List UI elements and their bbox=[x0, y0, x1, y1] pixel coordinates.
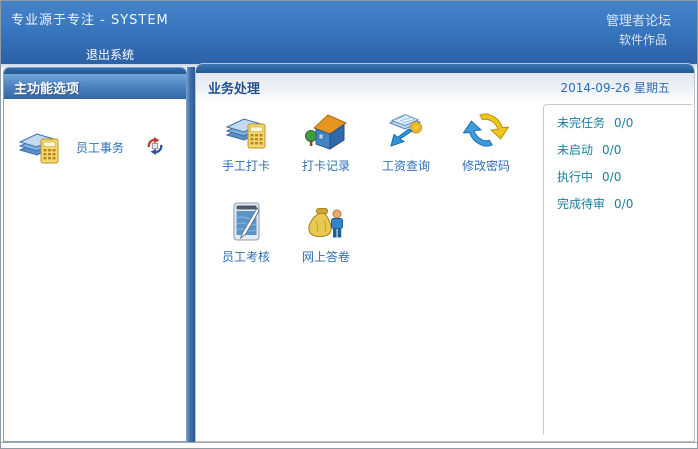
main-panel-top-edge bbox=[196, 64, 694, 73]
sync-refresh-icon[interactable] bbox=[146, 137, 164, 155]
bottom-edge-line bbox=[1, 442, 697, 443]
task-label: 未完任务 bbox=[557, 116, 605, 130]
header-bar: 专业源于专注 - SYSTEM 退出系统 管理者论坛 软件作品 bbox=[1, 1, 697, 64]
swap-arrows-icon bbox=[463, 110, 509, 152]
module-salary-query[interactable]: 工资查询 bbox=[366, 110, 446, 201]
main-panel-title: 业务处理 bbox=[208, 78, 260, 97]
task-item-unfinished: 未完任务 0/0 bbox=[557, 114, 692, 141]
module-label: 修改密码 bbox=[462, 157, 510, 174]
task-count: 0/0 bbox=[614, 116, 633, 130]
module-online-questionnaire[interactable]: 网上答卷 bbox=[286, 201, 366, 292]
task-label: 执行中 bbox=[557, 170, 593, 184]
tablet-pen-icon bbox=[223, 201, 269, 243]
app-window: 专业源于专注 - SYSTEM 退出系统 管理者论坛 软件作品 主功能选项 bbox=[0, 0, 698, 449]
module-label: 员工考核 bbox=[222, 248, 270, 265]
current-date: 2014-09-26 星期五 bbox=[560, 79, 670, 96]
timecards-icon bbox=[16, 125, 62, 167]
task-item-not-started: 未启动 0/0 bbox=[557, 141, 692, 168]
task-summary-panel: 未完任务 0/0 未启动 0/0 执行中 0/0 完成待审 0/0 bbox=[543, 104, 692, 434]
sidebar-title: 主功能选项 bbox=[4, 74, 186, 99]
module-label: 工资查询 bbox=[382, 157, 430, 174]
app-title: 专业源于专注 - SYSTEM bbox=[11, 9, 169, 28]
moneybag-person-icon bbox=[303, 201, 349, 243]
house-icon bbox=[303, 110, 349, 152]
exit-system-button[interactable]: 退出系统 bbox=[86, 46, 134, 63]
task-label: 完成待审 bbox=[557, 197, 605, 211]
panel-divider bbox=[187, 67, 195, 442]
task-label: 未启动 bbox=[557, 143, 593, 157]
main-panel-header: 业务处理 2014-09-26 星期五 bbox=[196, 73, 694, 102]
task-item-pending-review: 完成待审 0/0 bbox=[557, 195, 692, 222]
sidebar-main-functions: 主功能选项 员工事务 bbox=[3, 67, 187, 442]
task-count: 0/0 bbox=[614, 197, 633, 211]
task-item-in-progress: 执行中 0/0 bbox=[557, 168, 692, 195]
module-label: 打卡记录 bbox=[302, 157, 350, 174]
module-punch-records[interactable]: 打卡记录 bbox=[286, 110, 366, 201]
main-panel-business: 业务处理 2014-09-26 星期五 bbox=[195, 63, 695, 442]
sidebar-item-label: 员工事务 bbox=[76, 139, 124, 156]
module-label: 网上答卷 bbox=[302, 248, 350, 265]
task-count: 0/0 bbox=[602, 170, 621, 184]
module-label: 手工打卡 bbox=[222, 157, 270, 174]
salary-ledger-icon bbox=[383, 110, 429, 152]
software-works-link[interactable]: 软件作品 bbox=[619, 31, 667, 48]
manager-forum-link[interactable]: 管理者论坛 bbox=[606, 10, 671, 29]
timecards-icon bbox=[223, 110, 269, 152]
sidebar-item-employee-affairs[interactable]: 员工事务 bbox=[4, 125, 186, 171]
module-change-password[interactable]: 修改密码 bbox=[446, 110, 526, 201]
task-count: 0/0 bbox=[602, 143, 621, 157]
module-manual-punch[interactable]: 手工打卡 bbox=[206, 110, 286, 201]
module-grid: 手工打卡 打卡记录 bbox=[206, 110, 536, 292]
module-employee-assessment[interactable]: 员工考核 bbox=[206, 201, 286, 292]
